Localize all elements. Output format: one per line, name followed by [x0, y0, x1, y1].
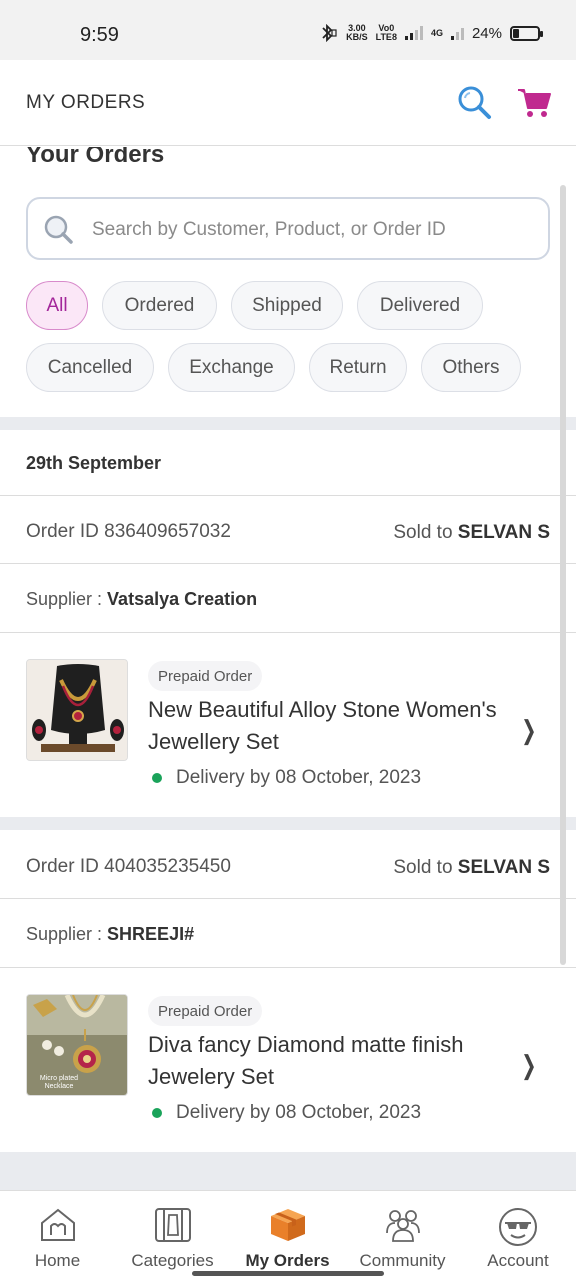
- filter-chip-exchange[interactable]: Exchange: [168, 343, 295, 392]
- product-name[interactable]: New Beautiful Alloy Stone Women's Jewell…: [148, 694, 508, 758]
- supplier-label: Supplier :: [26, 924, 108, 944]
- delivery-text: Delivery by 08 October, 2023: [176, 1102, 422, 1123]
- net-speed-unit: KB/S: [346, 32, 368, 42]
- nav-label: Account: [487, 1251, 549, 1270]
- filter-chip-return[interactable]: Return: [309, 343, 407, 392]
- battery-icon: [510, 25, 543, 41]
- nav-item-community[interactable]: Community: [345, 1191, 460, 1280]
- order-id: Order ID 404035235450: [26, 856, 231, 877]
- orders-content[interactable]: Your Orders Search by Customer, Product,…: [0, 147, 576, 1190]
- sold-to-name: SELVAN S: [457, 522, 550, 543]
- bluetooth-icon: [322, 24, 337, 42]
- sold-to: Sold to SELVAN S: [393, 522, 550, 544]
- product-thumbnail[interactable]: [26, 659, 128, 761]
- supplier-row: Supplier : Vatsalya Creation: [26, 589, 257, 610]
- bottom-nav: Home Categories My Orders Community Acco…: [0, 1190, 576, 1280]
- status-icons: 3.00 KB/S Vo0 LTE8 4G 24%: [318, 24, 543, 42]
- supplier-name: Vatsalya Creation: [107, 589, 258, 609]
- nav-label: Community: [359, 1251, 446, 1270]
- search-placeholder: Search by Customer, Product, or Order ID: [92, 219, 446, 240]
- sold-to-label: Sold to: [393, 522, 458, 543]
- page-title: MY ORDERS: [26, 92, 146, 113]
- delivery-status: Delivery by 08 October, 2023: [152, 767, 421, 789]
- search-icon[interactable]: [456, 84, 492, 120]
- community-icon: [385, 1210, 420, 1242]
- prepaid-badge: Prepaid Order: [148, 661, 263, 691]
- network-type: 4G: [430, 27, 443, 38]
- battery-percent: 24%: [471, 24, 502, 42]
- prepaid-badge: Prepaid Order: [148, 996, 263, 1026]
- filter-chip-delivered[interactable]: Delivered: [357, 281, 483, 330]
- supplier-label: Supplier :: [26, 589, 108, 609]
- account-icon: [499, 1208, 537, 1246]
- order-id: Order ID 836409657032: [26, 521, 231, 542]
- home-icon: [40, 1208, 75, 1241]
- filter-chip-all[interactable]: All: [26, 281, 88, 330]
- chevron-right-icon[interactable]: ❯: [521, 715, 536, 746]
- thumbnail-caption: Micro plated Necklace: [39, 1075, 79, 1090]
- nav-item-home[interactable]: Home: [0, 1191, 115, 1280]
- signal-icon-2: [450, 26, 464, 40]
- sold-to-name: SELVAN S: [457, 857, 550, 878]
- divider: [0, 898, 576, 899]
- categories-icon: [154, 1208, 191, 1242]
- nav-label: My Orders: [245, 1251, 330, 1270]
- nav-label: Categories: [131, 1251, 214, 1270]
- section-gap: [0, 817, 576, 830]
- search-field-icon: [44, 215, 73, 244]
- sold-to-label: Sold to: [393, 857, 458, 878]
- chevron-right-icon[interactable]: ❯: [521, 1050, 536, 1081]
- filter-chip-cancelled[interactable]: Cancelled: [26, 343, 154, 392]
- product-name[interactable]: Diva fancy Diamond matte finish Jewelery…: [148, 1029, 508, 1093]
- section-title: Your Orders: [26, 147, 165, 168]
- filter-chip-others[interactable]: Others: [421, 343, 521, 392]
- divider: [0, 495, 576, 496]
- divider: [0, 967, 576, 968]
- nav-item-my-orders[interactable]: My Orders: [230, 1191, 345, 1280]
- signal-icon: [404, 26, 423, 40]
- status-dot-icon: [152, 1108, 162, 1118]
- volte-bottom: LTE8: [375, 32, 397, 42]
- section-gap: [0, 1152, 576, 1190]
- search-input[interactable]: Search by Customer, Product, or Order ID: [26, 197, 550, 260]
- supplier-row: Supplier : SHREEJI#: [26, 924, 194, 945]
- product-thumbnail[interactable]: Micro plated Necklace: [26, 994, 128, 1096]
- status-dot-icon: [152, 773, 162, 783]
- status-bar: 9:59 3.00 KB/S Vo0 LTE8 4G 24%: [0, 0, 576, 60]
- net-speed: 3.00 KB/S: [346, 24, 368, 42]
- orders-box-icon: [270, 1209, 305, 1241]
- divider: [0, 563, 576, 564]
- nav-item-account[interactable]: Account: [460, 1191, 576, 1280]
- app-header: MY ORDERS: [0, 60, 576, 146]
- nav-item-categories[interactable]: Categories: [115, 1191, 230, 1280]
- home-indicator[interactable]: [192, 1271, 384, 1276]
- scrollbar[interactable]: [560, 185, 566, 965]
- delivery-status: Delivery by 08 October, 2023: [152, 1102, 421, 1124]
- nav-label: Home: [34, 1251, 81, 1270]
- filter-chip-ordered[interactable]: Ordered: [102, 281, 217, 330]
- volte-indicator: Vo0 LTE8: [376, 24, 397, 42]
- sold-to: Sold to SELVAN S: [393, 857, 550, 879]
- filter-chip-shipped[interactable]: Shipped: [231, 281, 343, 330]
- status-time: 9:59: [80, 24, 119, 46]
- cart-icon[interactable]: [516, 84, 552, 120]
- section-gap: [0, 417, 576, 430]
- divider: [0, 632, 576, 633]
- delivery-text: Delivery by 08 October, 2023: [176, 767, 422, 788]
- date-group-label: 29th September: [26, 453, 162, 473]
- supplier-name: SHREEJI#: [107, 924, 195, 944]
